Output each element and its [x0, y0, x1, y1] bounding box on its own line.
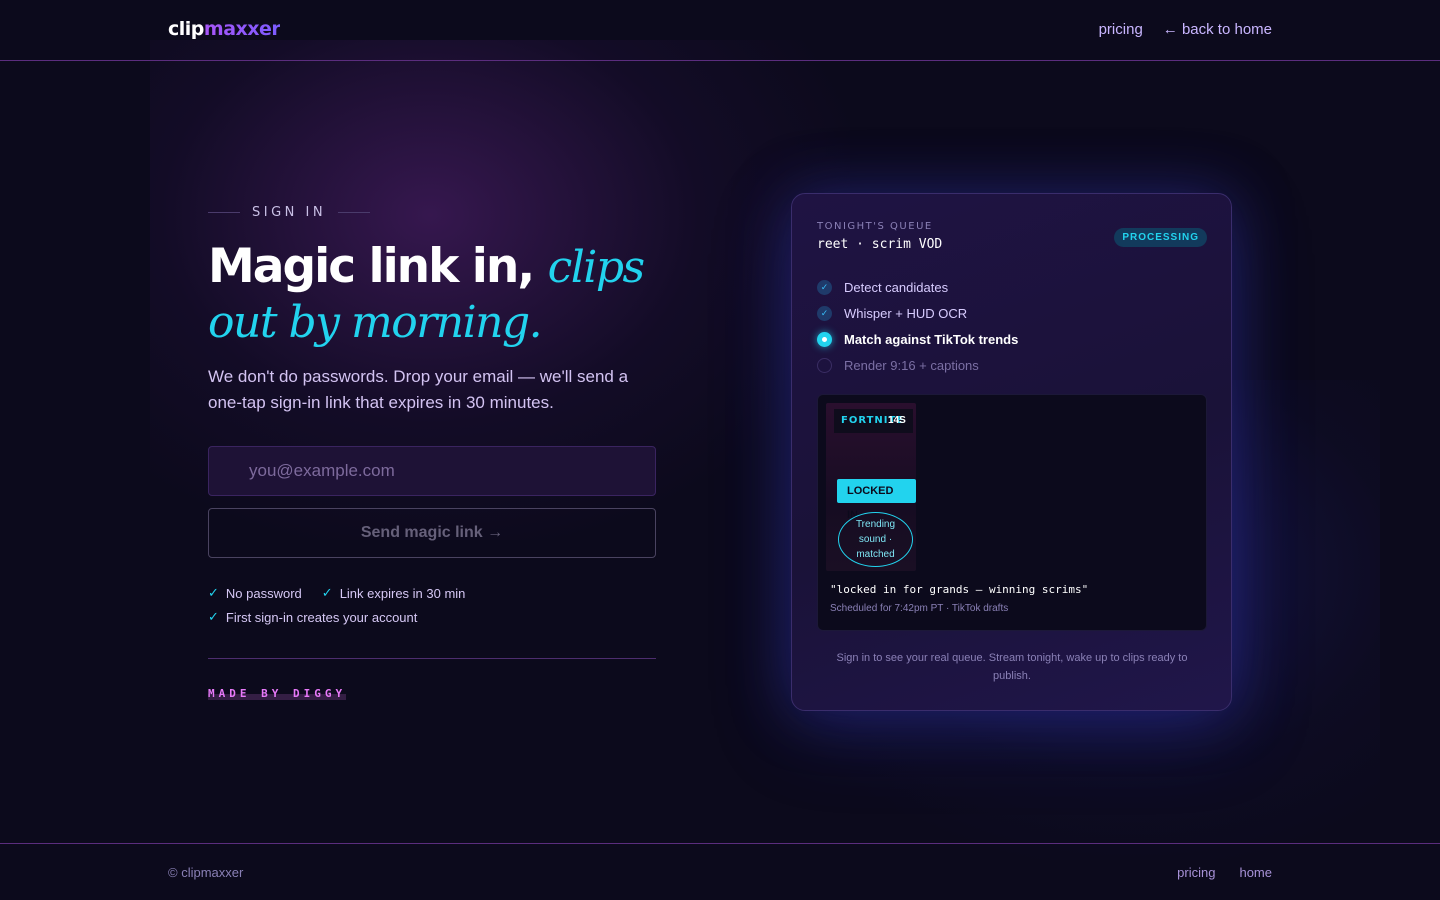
logo-text-maxxer: maxxer: [203, 18, 281, 40]
step-label: Match against TikTok trends: [844, 331, 1019, 347]
check-icon: ✓: [321, 585, 333, 600]
perks-list: ✓ No password ✓ Link expires in 30 min ✓…: [208, 585, 668, 633]
check-icon: ✓: [817, 305, 832, 321]
sound-line: sound ·: [858, 534, 893, 545]
logo[interactable]: clipmaxxer: [168, 18, 281, 40]
signin-eyebrow: SIGN IN: [208, 205, 371, 220]
footer-pricing-link[interactable]: pricing: [1177, 865, 1215, 880]
logo-text-clip: clip: [168, 18, 204, 40]
clip-thumbnail: FORTNITE 14S LOCKED IN Trending sound · …: [826, 403, 916, 571]
pipeline-step: Match against TikTok trends: [817, 326, 1018, 352]
clip-preview: FORTNITE 14S LOCKED IN Trending sound · …: [817, 394, 1207, 631]
pipeline-steps: ✓ Detect candidates ✓ Whisper + HUD OCR …: [817, 274, 1018, 378]
nav-pricing-link[interactable]: pricing: [1099, 21, 1143, 38]
clip-timecode: 14S: [888, 415, 906, 426]
queue-label: TONIGHT'S QUEUE: [817, 221, 933, 232]
status-badge: PROCESSING: [1114, 228, 1207, 247]
pipeline-step: Render 9:16 + captions: [817, 352, 1018, 378]
card-footer-note: Sign in to see your real queue. Stream t…: [836, 652, 1188, 682]
check-icon: ✓: [208, 609, 219, 624]
made-by-credit: MADE BY DIGGY: [208, 687, 347, 700]
send-magic-link-button[interactable]: Send magic link →: [208, 508, 656, 558]
nav-back-home-link[interactable]: ← back to home: [1163, 21, 1272, 38]
perk-label: First sign-in creates your account: [225, 609, 418, 625]
trending-sound-badge: Trending sound · matched: [838, 512, 913, 567]
queue-preview-card: TONIGHT'S QUEUE reet · scrim VOD PROCESS…: [791, 193, 1232, 711]
eyebrow-line-right: [338, 212, 371, 213]
locked-in-tag: LOCKED IN: [837, 479, 916, 521]
perk-item: ✓ Link expires in 30 min: [322, 585, 466, 601]
step-label: Whisper + HUD OCR: [844, 305, 968, 321]
clip-schedule-meta: Scheduled for 7:42pm PT · TikTok drafts: [830, 603, 1009, 614]
pipeline-step: ✓ Whisper + HUD OCR: [817, 300, 1018, 326]
eyebrow-line-left: [208, 212, 240, 213]
step-label: Detect candidates: [844, 279, 949, 295]
perk-item: ✓ No password: [208, 585, 302, 601]
site-header: clipmaxxer pricing ← back to home: [0, 0, 1440, 61]
site-footer: © clipmaxxer pricing home: [0, 843, 1440, 900]
step-label: Render 9:16 + captions: [844, 357, 979, 373]
active-dot-icon: [817, 331, 832, 347]
header-nav: pricing ← back to home: [1099, 21, 1272, 38]
clip-caption: "locked in for grands — winning scrims": [830, 583, 1089, 596]
page-subtitle: We don't do passwords. Drop your email —…: [208, 367, 629, 412]
queue-title: reet · scrim VOD: [817, 237, 943, 252]
section-divider: [208, 658, 656, 659]
eyebrow-text: SIGN IN: [252, 205, 327, 220]
headline-plain: Magic link in,: [208, 239, 548, 294]
check-icon: ✓: [208, 585, 219, 600]
footer-home-link[interactable]: home: [1239, 865, 1272, 880]
pending-circle-icon: [817, 357, 832, 373]
check-icon: ✓: [817, 279, 832, 295]
sound-line: Trending: [855, 519, 896, 530]
page-title: Magic link in, clips out by morning.: [208, 240, 668, 350]
footer-links: pricing home: [1177, 865, 1272, 880]
sound-line: matched: [856, 549, 895, 560]
perk-label: Link expires in 30 min: [339, 585, 466, 601]
perk-label: No password: [225, 585, 302, 601]
copyright-text: © clipmaxxer: [168, 865, 244, 880]
perk-item: ✓ First sign-in creates your account: [208, 609, 417, 625]
email-field[interactable]: [208, 446, 656, 496]
pipeline-step: ✓ Detect candidates: [817, 274, 1018, 300]
